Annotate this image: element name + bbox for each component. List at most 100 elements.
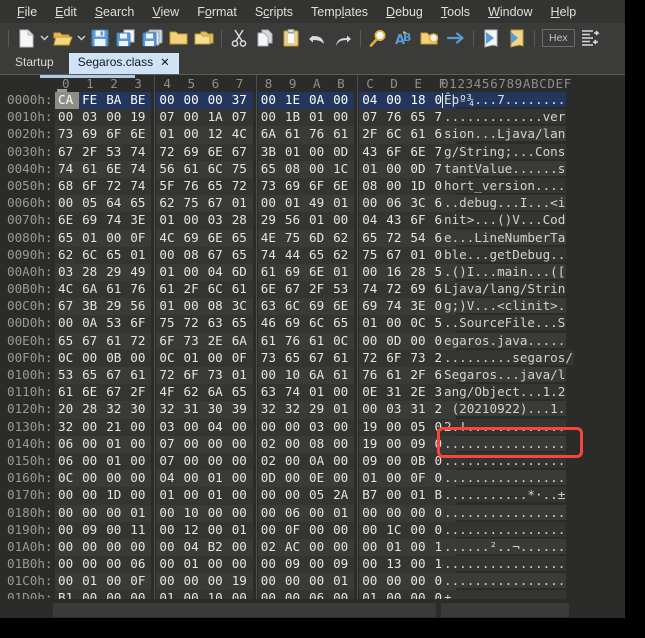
hex-byte[interactable]: 61 bbox=[333, 350, 348, 365]
hex-byte[interactable]: 0F bbox=[130, 230, 145, 245]
hex-byte[interactable]: 00 bbox=[333, 453, 348, 468]
hex-byte[interactable]: 00 bbox=[58, 573, 73, 588]
hex-byte[interactable]: 75 bbox=[285, 230, 300, 245]
hex-byte[interactable]: 06 bbox=[58, 436, 73, 451]
ascii-text[interactable]: ble...getDebug.. bbox=[443, 246, 567, 262]
hex-byte[interactable]: 11 bbox=[130, 522, 145, 537]
hex-byte[interactable]: 01 bbox=[386, 539, 401, 554]
hex-byte[interactable]: 6E bbox=[333, 298, 348, 313]
hex-byte[interactable]: 00 bbox=[184, 436, 199, 451]
find-in-files-icon[interactable] bbox=[418, 26, 442, 50]
hex-byte[interactable]: 73 bbox=[58, 126, 73, 141]
hex-byte[interactable]: 6C bbox=[208, 161, 223, 176]
hex-byte[interactable]: 04 bbox=[362, 212, 377, 227]
ascii-text[interactable]: tantValue......s bbox=[443, 160, 567, 176]
hex-byte[interactable]: 00 bbox=[285, 573, 300, 588]
ascii-text[interactable]: ..debug...I...<i bbox=[443, 195, 567, 211]
replace-icon[interactable]: AB bbox=[392, 26, 416, 50]
hex-byte[interactable]: 00 bbox=[309, 556, 324, 571]
hex-byte[interactable]: 00 bbox=[232, 436, 247, 451]
hex-byte[interactable]: 56 bbox=[285, 212, 300, 227]
hex-byte[interactable]: 00 bbox=[184, 109, 199, 124]
hex-byte[interactable]: 46 bbox=[261, 315, 276, 330]
hex-byte[interactable]: 75 bbox=[159, 315, 174, 330]
hex-byte[interactable]: 01 bbox=[333, 573, 348, 588]
save-icon[interactable] bbox=[88, 26, 112, 50]
ascii-text[interactable]: .........segaros/ bbox=[443, 349, 574, 365]
hex-byte[interactable]: 00 bbox=[82, 350, 97, 365]
hex-row[interactable]: 0020h:73696F6E0100124C6A6176612F6C616Esi… bbox=[0, 126, 625, 144]
hex-byte[interactable]: 04 bbox=[159, 470, 174, 485]
hex-byte[interactable]: 01 bbox=[159, 487, 174, 502]
hex-byte[interactable]: 65 bbox=[285, 350, 300, 365]
ascii-text[interactable]: hort_version.... bbox=[443, 177, 567, 193]
hex-byte[interactable]: 6A bbox=[309, 367, 324, 382]
hex-row[interactable]: 00A0h:032829490100046D61696E010016285B.(… bbox=[0, 263, 625, 282]
hex-row[interactable]: 00B0h:4C6A6176612F6C616E672F537472696ELj… bbox=[0, 281, 625, 299]
hex-byte[interactable]: 6F bbox=[106, 126, 121, 141]
hex-byte[interactable]: 6A bbox=[261, 126, 276, 141]
hex-byte[interactable]: 19 bbox=[232, 573, 247, 588]
hex-byte[interactable]: 04 bbox=[208, 264, 223, 279]
hex-row[interactable]: 0010h:0003001907001A07001B010007766572..… bbox=[0, 109, 625, 127]
hex-byte[interactable]: 69 bbox=[362, 298, 377, 313]
hex-byte[interactable]: 73 bbox=[208, 367, 223, 382]
hex-byte[interactable]: 6A bbox=[232, 333, 247, 348]
hex-byte[interactable]: 28 bbox=[410, 264, 425, 279]
hex-byte[interactable]: 08 bbox=[285, 161, 300, 176]
search-icon[interactable] bbox=[366, 26, 390, 50]
new-file-dropdown-icon[interactable] bbox=[39, 26, 50, 50]
hex-byte[interactable]: 74 bbox=[130, 161, 145, 176]
hex-byte[interactable]: 00 bbox=[58, 539, 73, 554]
hex-byte[interactable]: 0D bbox=[261, 470, 276, 485]
hex-byte[interactable]: 0D bbox=[410, 161, 425, 176]
hex-byte[interactable]: 02 bbox=[261, 453, 276, 468]
hex-byte[interactable]: 6F bbox=[386, 350, 401, 365]
hex-byte[interactable]: 00 bbox=[261, 487, 276, 502]
hex-byte[interactable]: 00 bbox=[232, 470, 247, 485]
hex-byte[interactable]: 00 bbox=[410, 505, 425, 520]
ascii-text[interactable]: ..SourceFile...S bbox=[443, 315, 567, 331]
hex-byte[interactable]: 01 bbox=[232, 195, 247, 210]
hex-byte[interactable]: 00 bbox=[106, 230, 121, 245]
hex-byte[interactable]: 00 bbox=[232, 505, 247, 520]
hex-byte[interactable]: 69 bbox=[82, 212, 97, 227]
hex-byte[interactable]: 53 bbox=[106, 315, 121, 330]
hex-byte[interactable]: 61 bbox=[130, 367, 145, 382]
open-file-dropdown-icon[interactable] bbox=[76, 26, 87, 50]
hex-byte[interactable]: 00 bbox=[333, 436, 348, 451]
hex-byte[interactable]: 44 bbox=[285, 247, 300, 262]
menu-item-search[interactable]: Search bbox=[86, 3, 144, 21]
hex-byte[interactable]: 67 bbox=[309, 350, 324, 365]
hex-byte[interactable]: 03 bbox=[58, 264, 73, 279]
hex-byte[interactable]: 29 bbox=[106, 298, 121, 313]
hex-byte[interactable]: 72 bbox=[362, 350, 377, 365]
hex-byte[interactable]: 6C bbox=[285, 298, 300, 313]
hex-byte[interactable]: 61 bbox=[106, 281, 121, 296]
ascii-text[interactable]: ................ bbox=[443, 452, 567, 468]
hex-byte[interactable]: 00 bbox=[58, 505, 73, 520]
hex-byte[interactable]: 00 bbox=[285, 470, 300, 485]
hex-byte[interactable]: 01 bbox=[362, 315, 377, 330]
hex-byte[interactable]: 61 bbox=[184, 161, 199, 176]
hex-byte[interactable]: 00 bbox=[184, 212, 199, 227]
hex-byte[interactable]: 01 bbox=[410, 487, 425, 502]
hex-byte[interactable]: 43 bbox=[362, 144, 377, 159]
hex-byte[interactable]: 0F bbox=[410, 470, 425, 485]
hex-byte[interactable]: 0C bbox=[410, 315, 425, 330]
hex-byte[interactable]: 00 bbox=[106, 539, 121, 554]
hex-byte[interactable]: 61 bbox=[232, 281, 247, 296]
hex-byte[interactable]: 01 bbox=[159, 264, 174, 279]
hex-byte[interactable]: 29 bbox=[261, 212, 276, 227]
ascii-text[interactable]: (20210922)...1. bbox=[443, 401, 567, 417]
hex-byte[interactable]: 32 bbox=[159, 401, 174, 416]
hex-byte[interactable]: 12 bbox=[208, 126, 223, 141]
hex-byte[interactable]: 0F bbox=[285, 522, 300, 537]
hex-row[interactable]: 01C0h:0001000F000000190000000100000001..… bbox=[0, 573, 625, 591]
hex-byte[interactable]: 1E bbox=[285, 92, 300, 107]
hex-byte[interactable]: 00 bbox=[208, 573, 223, 588]
hex-byte[interactable]: 28 bbox=[232, 212, 247, 227]
hex-byte[interactable]: 4E bbox=[261, 230, 276, 245]
save-all-icon[interactable] bbox=[140, 26, 164, 50]
hex-byte[interactable]: 04 bbox=[184, 539, 199, 554]
